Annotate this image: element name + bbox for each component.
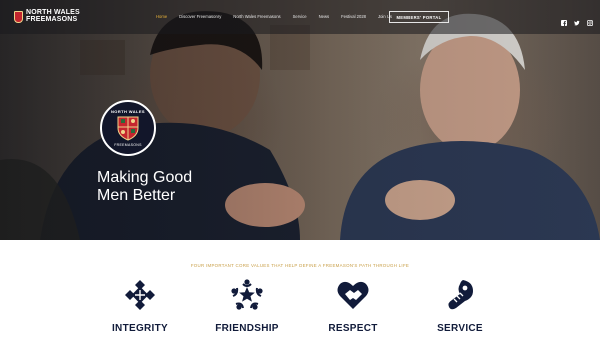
nav-north-wales-freemasons[interactable]: North Wales Freemasons <box>233 14 280 19</box>
brand-logo[interactable]: NORTH WALES FREEMASONS <box>14 9 80 23</box>
facebook-icon[interactable] <box>561 13 567 26</box>
value-label-friendship: FRIENDSHIP <box>215 323 279 334</box>
badge-top-text: NORTH WALES <box>111 109 145 114</box>
site-header: NORTH WALES FREEMASONS Home Discover Fre… <box>0 0 600 34</box>
nav-festival[interactable]: Festival 2028 <box>341 14 366 19</box>
brand-line2: FREEMASONS <box>26 15 78 23</box>
friendship-icon <box>230 278 264 312</box>
values-tagline: FOUR IMPORTANT CORE VALUES THAT HELP DEF… <box>190 263 410 268</box>
value-service: SERVICE <box>415 278 505 334</box>
value-integrity: INTEGRITY <box>95 278 185 334</box>
badge-bottom-text: FREEMASONS <box>114 143 142 147</box>
core-values-section: FOUR IMPORTANT CORE VALUES THAT HELP DEF… <box>0 240 600 338</box>
value-respect: RESPECT <box>308 278 398 334</box>
value-label-service: SERVICE <box>437 323 483 334</box>
hero-headline: Making Good Men Better <box>97 169 192 205</box>
hero-headline-line1: Making Good <box>97 169 193 186</box>
respect-icon <box>336 278 370 312</box>
value-label-integrity: INTEGRITY <box>111 323 169 334</box>
nav-home[interactable]: Home <box>156 14 167 19</box>
value-friendship: FRIENDSHIP <box>202 278 292 334</box>
members-portal-button[interactable]: MEMBERS' PORTAL <box>389 11 449 23</box>
twitter-icon[interactable] <box>574 13 580 26</box>
value-label-respect: RESPECT <box>328 323 378 334</box>
main-nav: Home Discover Freemasonry North Wales Fr… <box>156 14 404 19</box>
north-wales-freemasons-badge: NORTH WALES FREEMASONS <box>100 100 156 156</box>
nav-news[interactable]: News <box>319 14 329 19</box>
hero-banner <box>0 0 600 240</box>
instagram-icon[interactable] <box>587 13 594 27</box>
heraldic-shield-icon <box>117 116 139 141</box>
nav-discover-freemasonry[interactable]: Discover Freemasonry <box>179 14 221 19</box>
service-icon <box>443 278 477 312</box>
brand-shield-icon <box>14 10 23 23</box>
integrity-icon <box>123 278 157 312</box>
hero-headline-line2: Men Better <box>97 187 176 204</box>
social-links <box>561 13 594 27</box>
nav-service[interactable]: Service <box>293 14 307 19</box>
